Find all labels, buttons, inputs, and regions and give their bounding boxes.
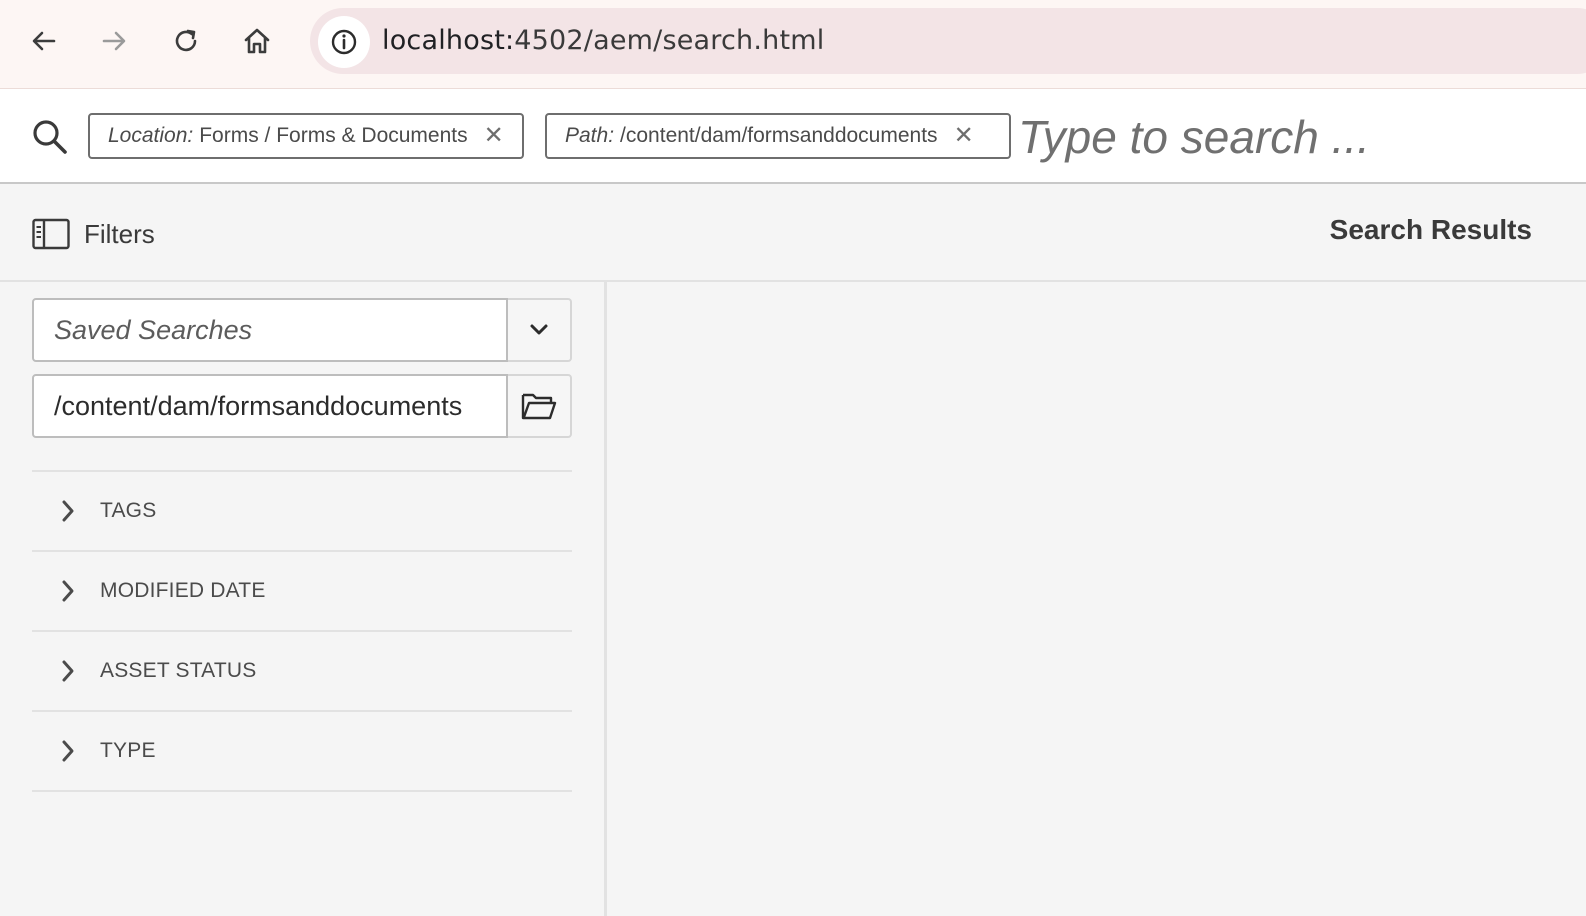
- home-icon: [244, 28, 270, 54]
- forward-button[interactable]: [92, 19, 136, 63]
- saved-searches-value[interactable]: Saved Searches: [32, 298, 508, 362]
- filters-toggle-button[interactable]: Filters: [32, 214, 155, 254]
- close-icon[interactable]: ✕: [484, 124, 504, 148]
- facet-list: TAGS MODIFIED DATE ASSET STATUS TYPE: [32, 470, 572, 792]
- page-title: Search Results: [1329, 214, 1532, 245]
- saved-searches-dropdown-button[interactable]: [508, 298, 572, 362]
- path-browser[interactable]: /content/dam/formsanddocuments: [32, 374, 572, 438]
- results-toolbar: Filters Search Results: [0, 184, 1586, 282]
- reload-icon: [175, 29, 197, 52]
- tag-label: Location:: [108, 124, 194, 147]
- facet-tags[interactable]: TAGS: [32, 472, 572, 552]
- facet-modified-date[interactable]: MODIFIED DATE: [32, 552, 572, 632]
- saved-searches-select[interactable]: Saved Searches: [32, 298, 572, 362]
- filters-label: Filters: [84, 218, 155, 249]
- browser-toolbar: localhost:4502/aem/search.html: [0, 0, 1586, 89]
- address-bar[interactable]: localhost:4502/aem/search.html: [310, 8, 1586, 74]
- omnisearch-bar: Location: Forms / Forms & Documents ✕ Pa…: [0, 89, 1586, 184]
- back-button[interactable]: [22, 19, 66, 63]
- chevron-right-icon: [58, 578, 88, 604]
- path-field[interactable]: /content/dam/formsanddocuments: [32, 374, 508, 438]
- chevron-down-icon: [530, 324, 548, 335]
- search-icon: [33, 120, 67, 154]
- rail-toggle-icon: [32, 218, 70, 250]
- chevron-right-icon: [58, 658, 88, 684]
- site-info-button[interactable]: [318, 16, 370, 68]
- reload-button[interactable]: [164, 19, 208, 63]
- folder-open-icon: [521, 393, 557, 420]
- facet-asset-status[interactable]: ASSET STATUS: [32, 632, 572, 712]
- path-filter-tag[interactable]: Path: /content/dam/formsanddocuments ✕: [545, 113, 1011, 159]
- facet-label: TYPE: [100, 739, 156, 762]
- arrow-left-icon: [32, 31, 56, 51]
- url-text: localhost:4502/aem/search.html: [382, 25, 824, 56]
- facet-label: TAGS: [100, 499, 157, 522]
- chevron-right-icon: [58, 498, 88, 524]
- tag-value: /content/dam/formsanddocuments: [620, 124, 938, 147]
- close-icon[interactable]: ✕: [954, 124, 974, 148]
- search-input[interactable]: [1018, 107, 1578, 167]
- chevron-right-icon: [58, 738, 88, 764]
- tag-value: Forms / Forms & Documents: [199, 124, 468, 147]
- facet-type[interactable]: TYPE: [32, 712, 572, 792]
- url-host: localhost:: [382, 25, 515, 56]
- facet-label: ASSET STATUS: [100, 659, 257, 682]
- filter-rail: Saved Searches /content/dam/formsanddocu…: [0, 282, 607, 916]
- search-results-area: [607, 282, 1586, 916]
- facet-label: MODIFIED DATE: [100, 579, 266, 602]
- info-icon: [331, 29, 357, 55]
- home-button[interactable]: [235, 19, 279, 63]
- tag-label: Path:: [565, 124, 615, 147]
- url-path: 4502/aem/search.html: [514, 25, 825, 56]
- browse-folder-button[interactable]: [508, 374, 572, 438]
- location-filter-tag[interactable]: Location: Forms / Forms & Documents ✕: [88, 113, 524, 159]
- arrow-right-icon: [102, 31, 126, 51]
